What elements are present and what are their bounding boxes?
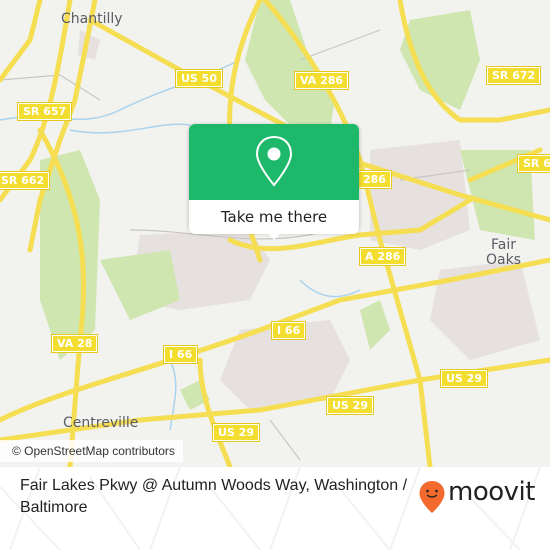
route-shield-va28: VA 28 [50,334,99,353]
moovit-pin-icon [419,481,445,513]
place-label-fair-oaks: Fair Oaks [486,237,521,268]
route-shield-us50: US 50 [175,69,223,88]
moovit-logo[interactable]: moovit [418,477,543,513]
location-popup: Take me there [189,124,359,240]
route-shield-i66-west: I 66 [162,345,199,364]
take-me-there-button[interactable]: Take me there [189,200,359,234]
route-shield-sr657: SR 657 [16,102,73,121]
route-shield-sr662: SR 662 [0,171,51,190]
stop-title: Fair Lakes Pkwy @ Autumn Woods Way, Wash… [20,477,408,516]
map-view[interactable]: Chantilly Centreville Fair Oaks US 50 VA… [0,0,550,467]
route-shield-sr672: SR 672 [485,66,542,85]
route-shield-us29-west: US 29 [212,423,260,442]
route-shield-us29-east: US 29 [440,369,488,388]
route-shield-us29-mid: US 29 [326,396,374,415]
route-shield-sr66: SR 66 [517,154,550,173]
popup-tail [267,232,281,240]
footer: Fair Lakes Pkwy @ Autumn Woods Way, Wash… [0,467,550,550]
map-attribution[interactable]: © OpenStreetMap contributors [0,440,183,462]
place-label-centreville: Centreville [63,415,139,431]
route-shield-a286: A 286 [358,247,407,266]
route-shield-va286: VA 286 [293,71,350,90]
moovit-wordmark: moovit [448,477,535,507]
popup-header [189,124,359,200]
route-shield-286: 286 [357,170,392,189]
place-label-chantilly: Chantilly [61,11,123,27]
route-shield-i66-east: I 66 [270,321,307,340]
map-pin-icon [255,135,293,187]
